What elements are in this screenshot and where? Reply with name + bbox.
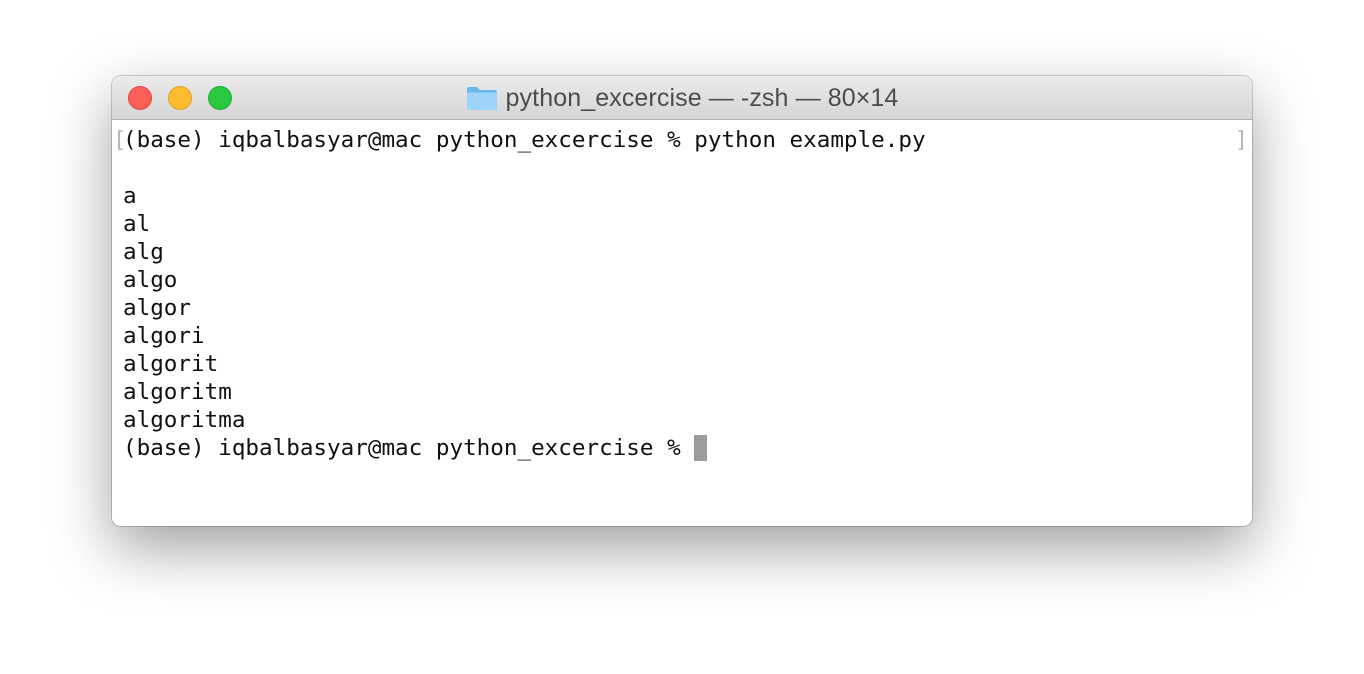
prompt-text: (base) iqbalbasyar@mac python_excercise … <box>123 435 695 461</box>
window-title-group: python_excercise — -zsh — 80×14 <box>112 76 1252 120</box>
output-line: alg <box>123 239 164 265</box>
window-title: python_excercise — -zsh — 80×14 <box>505 83 899 112</box>
output-line: a <box>123 183 137 209</box>
text-cursor <box>694 435 708 461</box>
terminal-lines: (base) iqbalbasyar@mac python_excercise … <box>123 126 926 462</box>
output-line: algoritma <box>123 407 246 433</box>
terminal-output[interactable]: [ ] (base) iqbalbasyar@mac python_excerc… <box>112 120 1252 526</box>
folder-icon <box>466 85 498 111</box>
minimize-button[interactable] <box>168 86 192 110</box>
output-line: algo <box>123 267 178 293</box>
output-line <box>123 154 926 182</box>
terminal-window: python_excercise — -zsh — 80×14 [ ] (bas… <box>112 76 1252 526</box>
prompt-line[interactable]: (base) iqbalbasyar@mac python_excercise … <box>123 434 926 462</box>
zoom-button[interactable] <box>208 86 232 110</box>
close-button[interactable] <box>128 86 152 110</box>
title-bar[interactable]: python_excercise — -zsh — 80×14 <box>112 76 1252 120</box>
output-line: algorit <box>123 351 219 377</box>
command-line: (base) iqbalbasyar@mac python_excercise … <box>123 127 926 153</box>
output-line: algor <box>123 295 192 321</box>
output-line: al <box>123 211 151 237</box>
mark-bracket-right: ] <box>1234 128 1248 153</box>
output-line: algoritm <box>123 379 232 405</box>
output-line: algori <box>123 323 205 349</box>
